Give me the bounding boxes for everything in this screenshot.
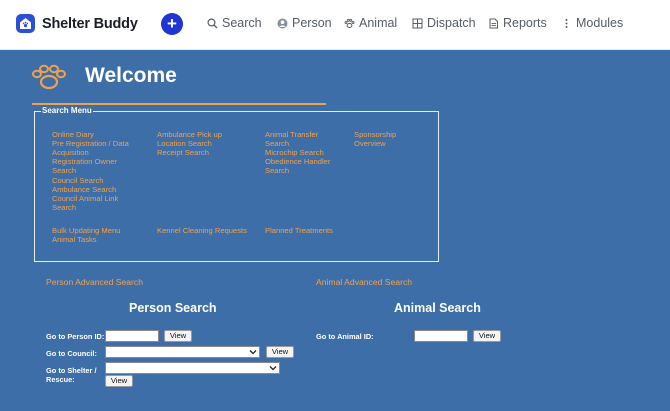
link-person-advanced-search[interactable]: Person Advanced Search: [46, 277, 143, 287]
link-sponsorship-overview-cont[interactable]: Overview: [354, 139, 386, 148]
page-title: Welcome: [85, 64, 177, 87]
grid-icon: [412, 18, 423, 28]
animal-id-input[interactable]: [414, 330, 468, 342]
nav-dispatch[interactable]: Dispatch: [412, 16, 476, 30]
link-bulk-updating-menu[interactable]: Bulk Updating Menu: [52, 226, 120, 235]
document-icon: [489, 18, 498, 28]
person-icon: [277, 18, 288, 28]
more-vertical-icon: [565, 18, 568, 28]
nav-search-label: Search: [222, 16, 262, 30]
council-view-button[interactable]: View: [266, 346, 294, 358]
link-ambulance-search[interactable]: Ambulance Search: [52, 185, 116, 194]
shelter-view-button[interactable]: View: [105, 375, 133, 387]
paw-logo-icon: [32, 64, 66, 90]
add-button[interactable]: +: [161, 13, 183, 35]
link-animal-transfer-search-cont[interactable]: Search: [265, 139, 289, 148]
chevron-down-icon: [269, 366, 277, 371]
person-id-input[interactable]: [105, 330, 159, 342]
person-search-title: Person Search: [129, 301, 217, 315]
animal-id-view-button[interactable]: View: [473, 330, 501, 342]
nav-animal-label: Animal: [359, 16, 398, 30]
shelter-label-line1: Go to Shelter /: [46, 366, 97, 375]
link-council-search[interactable]: Council Search: [52, 176, 104, 185]
link-pre-registration[interactable]: Pre Registration / Data: [52, 139, 129, 148]
search-menu-legend: Search Menu: [41, 106, 93, 115]
nav-person[interactable]: Person: [277, 16, 332, 30]
chevron-down-icon: [249, 350, 257, 355]
link-ambulance-pick-up[interactable]: Ambulance Pick up: [157, 130, 222, 139]
animal-search-title: Animal Search: [394, 301, 481, 315]
person-id-label: Go to Person ID:: [46, 332, 105, 341]
shelter-rescue-select[interactable]: [105, 362, 280, 374]
link-online-diary[interactable]: Online Diary: [52, 130, 94, 139]
link-microchip-search[interactable]: Microchip Search: [265, 148, 324, 157]
link-receipt-search[interactable]: Receipt Search: [157, 148, 209, 157]
nav-animal[interactable]: Animal: [344, 16, 397, 30]
nav-modules[interactable]: Modules: [561, 16, 623, 30]
animal-id-label: Go to Animal ID:: [316, 332, 374, 341]
person-id-view-button[interactable]: View: [164, 330, 192, 342]
council-label: Go to Council:: [46, 349, 97, 358]
link-obedience-handler-search-cont[interactable]: Search: [265, 166, 289, 175]
link-animal-transfer-search[interactable]: Animal Transfer: [265, 130, 318, 139]
nav-reports[interactable]: Reports: [488, 16, 547, 30]
link-location-search[interactable]: Location Search: [157, 139, 212, 148]
link-registration-owner-search-cont[interactable]: Search: [52, 166, 76, 175]
paw-icon: [344, 18, 355, 28]
link-sponsorship-overview[interactable]: Sponsorship: [354, 130, 396, 139]
search-icon: [207, 17, 218, 28]
brand[interactable]: Shelter Buddy: [16, 14, 138, 33]
link-registration-owner-search[interactable]: Registration Owner: [52, 157, 117, 166]
title-divider: [32, 103, 326, 105]
nav-dispatch-label: Dispatch: [427, 16, 476, 30]
link-council-animal-link-search-cont[interactable]: Search: [52, 203, 76, 212]
link-pre-registration-cont[interactable]: Acquisition: [52, 148, 89, 157]
link-kennel-cleaning-requests[interactable]: Kennel Cleaning Requests: [157, 226, 247, 235]
nav-reports-label: Reports: [503, 16, 547, 30]
link-animal-advanced-search[interactable]: Animal Advanced Search: [316, 277, 412, 287]
nav-modules-label: Modules: [576, 16, 624, 30]
link-animal-tasks[interactable]: Animal Tasks: [52, 235, 97, 244]
nav-person-label: Person: [292, 16, 332, 30]
link-planned-treatments[interactable]: Planned Treatments: [265, 226, 333, 235]
top-nav-bar: Shelter Buddy + Search Person Animal Dis…: [0, 0, 670, 50]
link-obedience-handler-search[interactable]: Obedience Handler: [265, 157, 330, 166]
shelter-label-line2: Rescue:: [46, 375, 75, 384]
nav-search[interactable]: Search: [207, 16, 262, 30]
paw-house-icon: [16, 14, 35, 33]
council-select[interactable]: [105, 346, 260, 358]
brand-name: Shelter Buddy: [42, 15, 138, 32]
link-council-animal-link-search[interactable]: Council Animal Link: [52, 194, 118, 203]
